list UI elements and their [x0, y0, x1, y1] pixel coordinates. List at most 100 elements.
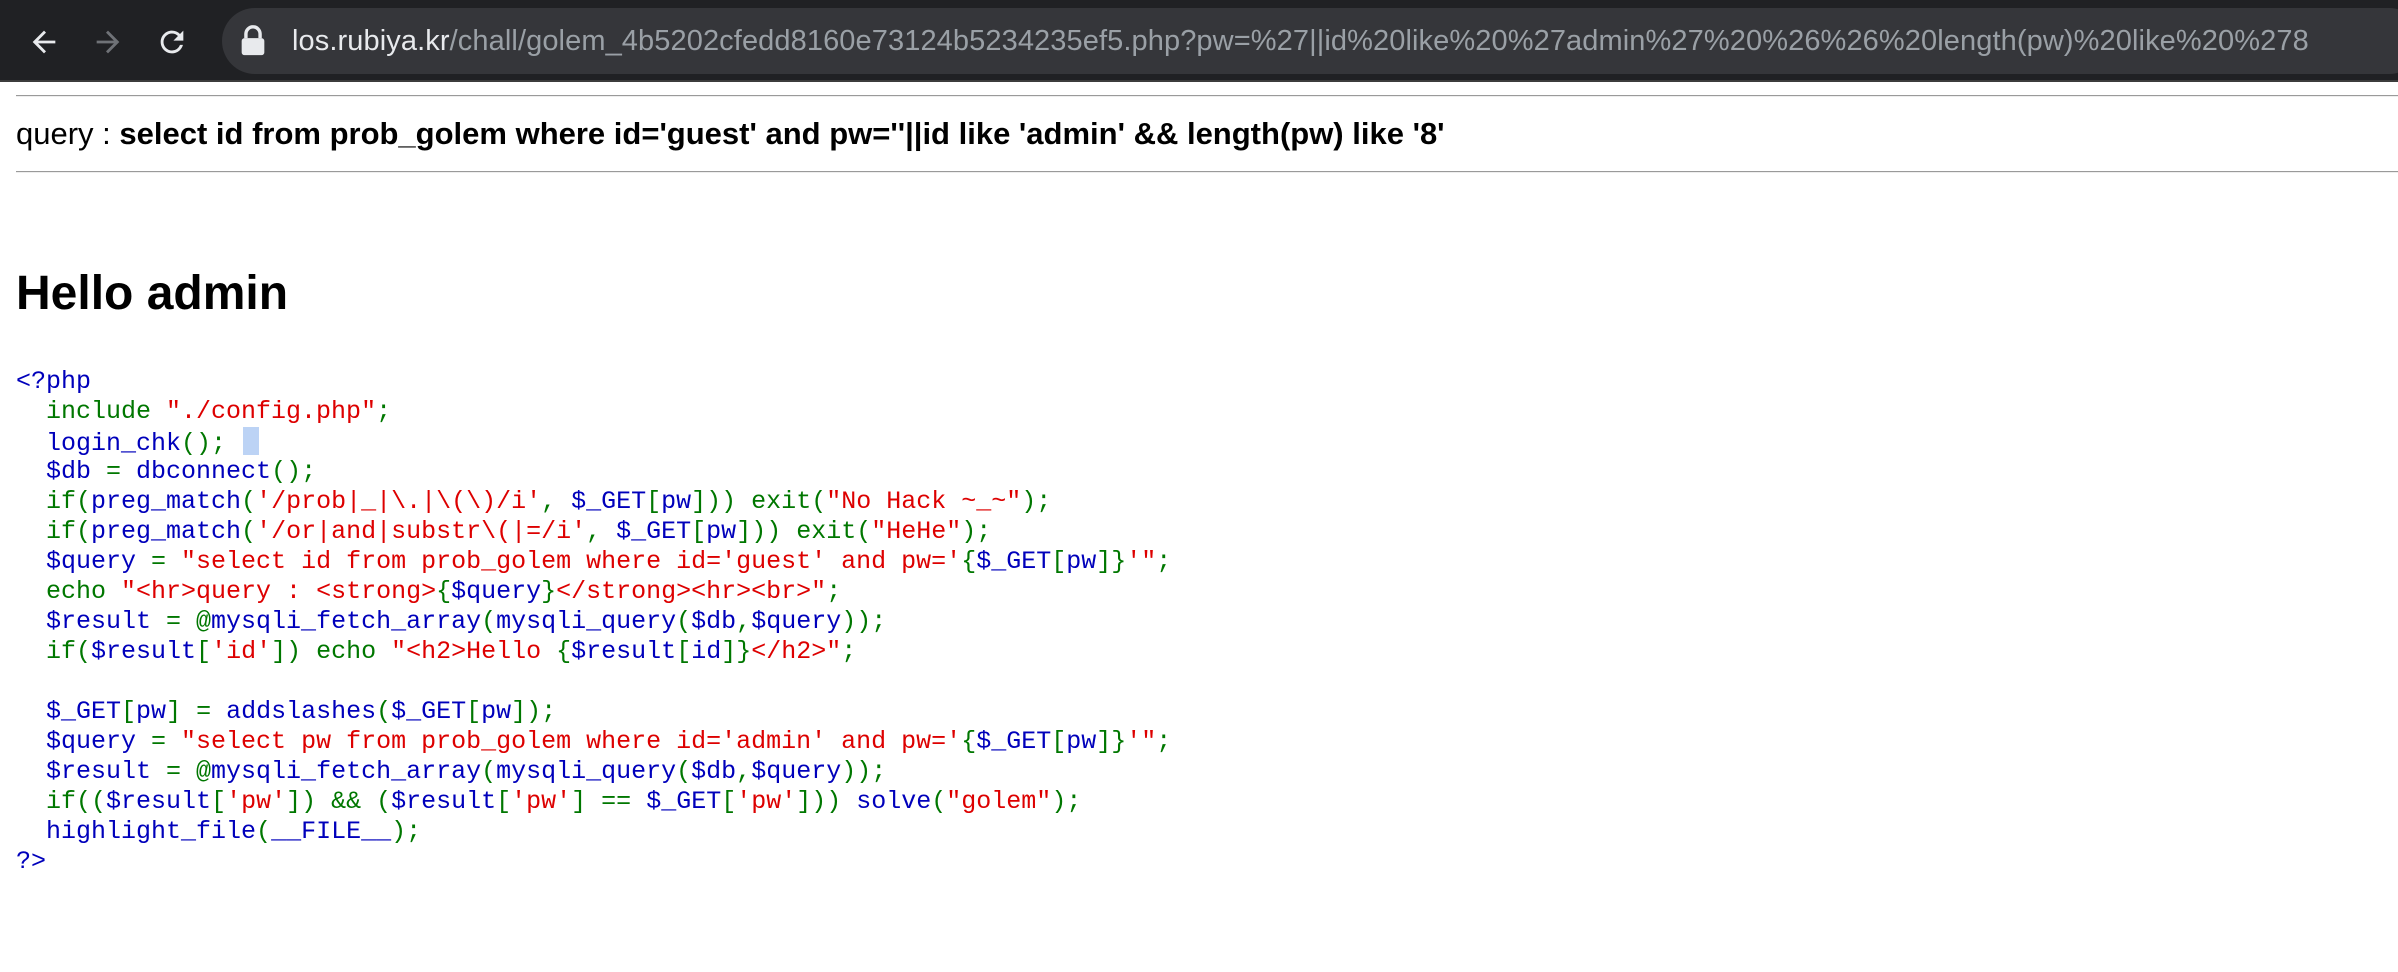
code-token: include — [16, 397, 167, 426]
code-token: pw — [1066, 727, 1097, 756]
code-token: preg_match — [91, 487, 242, 516]
code-line: if($result['id']) echo "<h2>Hello {$resu… — [16, 637, 1171, 667]
code-token: $query — [751, 607, 842, 636]
code-token: </h2>" — [751, 637, 842, 666]
code-line: if(preg_match('/or|and|substr\(|=/i', $_… — [16, 517, 1171, 547]
code-line: echo "<hr>query : <strong>{$query}</stro… — [16, 577, 1171, 607]
code-token: [ — [466, 697, 482, 726]
code-line: if(($result['pw']) && ($result['pw'] == … — [16, 787, 1171, 817]
code-line: if(preg_match('/prob|_|\.|\(\)/i', $_GET… — [16, 487, 1171, 517]
url-text[interactable]: los.rubiya.kr/chall/golem_4b5202cfedd816… — [292, 25, 2309, 58]
code-token: "./config.php" — [166, 397, 377, 426]
code-line: ?> — [16, 847, 1171, 877]
code-token: echo — [16, 577, 122, 606]
query-output: query : select id from prob_golem where … — [16, 114, 1445, 154]
code-token: ]} — [1096, 727, 1127, 756]
code-token: ])) exit( — [691, 487, 827, 516]
code-token: [ — [121, 697, 137, 726]
code-token: , — [541, 487, 572, 516]
code-token: = @ — [166, 607, 212, 636]
code-token: $query — [751, 757, 842, 786]
code-token: 'id' — [211, 637, 272, 666]
code-token: $_GET — [616, 517, 692, 546]
forward-button[interactable] — [80, 14, 136, 70]
url-host: los.rubiya.kr — [292, 24, 450, 57]
code-token: ])) exit( — [736, 517, 872, 546]
browser-toolbar: los.rubiya.kr/chall/golem_4b5202cfedd816… — [0, 0, 2398, 82]
code-token: mysqli_fetch_array — [211, 607, 482, 636]
divider-bottom — [16, 171, 2398, 173]
code-token: pw — [661, 487, 692, 516]
code-token: if( — [16, 637, 92, 666]
code-line: login_chk(); — [16, 427, 1171, 458]
code-token: $db — [691, 757, 737, 786]
code-token: $result — [106, 787, 212, 816]
lock-icon — [241, 25, 265, 56]
code-token: $query — [16, 547, 152, 576]
code-token: ( — [256, 817, 272, 846]
code-token: if( — [16, 517, 92, 546]
code-token: mysqli_query — [496, 757, 677, 786]
code-token: "<h2>Hello — [391, 637, 557, 666]
code-token: , — [736, 607, 752, 636]
code-line: $result = @mysqli_fetch_array(mysqli_que… — [16, 757, 1171, 787]
code-token: if( — [16, 487, 92, 516]
code-token: = — [151, 727, 182, 756]
code-token: [ — [496, 787, 512, 816]
code-token: $result — [91, 637, 197, 666]
code-token: [ — [676, 637, 692, 666]
code-token: ; — [1156, 727, 1172, 756]
code-token: (); — [181, 429, 227, 458]
code-token: pw — [706, 517, 737, 546]
back-button[interactable] — [16, 14, 72, 70]
code-token: ]) && ( — [286, 787, 392, 816]
code-token: , — [736, 757, 752, 786]
code-token: { — [961, 547, 977, 576]
code-token: highlight_file — [16, 817, 257, 846]
code-token: ( — [481, 757, 497, 786]
code-token: } — [541, 577, 557, 606]
code-token: pw — [1066, 547, 1097, 576]
code-token: '" — [1126, 547, 1157, 576]
code-token: ; — [376, 397, 392, 426]
code-token: ( — [241, 517, 257, 546]
code-token: </strong><hr><br>" — [556, 577, 827, 606]
reload-button[interactable] — [144, 14, 200, 70]
code-line: $result = @mysqli_fetch_array(mysqli_que… — [16, 607, 1171, 637]
code-token: "select id from prob_golem where id='gue… — [181, 547, 962, 576]
code-line: $query = "select pw from prob_golem wher… — [16, 727, 1171, 757]
code-token: preg_match — [91, 517, 242, 546]
code-token: ]} — [1096, 547, 1127, 576]
code-token: ]); — [511, 697, 557, 726]
code-token: "select pw from prob_golem where id='adm… — [181, 727, 962, 756]
code-token: , — [586, 517, 617, 546]
code-token: ; — [1156, 547, 1172, 576]
code-token: if(( — [16, 787, 107, 816]
code-token: '/or|and|substr\(|=/i' — [256, 517, 587, 546]
hello-heading: Hello admin — [16, 267, 289, 320]
code-token: <?php — [16, 367, 92, 396]
code-token: __FILE__ — [271, 817, 392, 846]
code-token: (); — [271, 457, 317, 486]
code-token: ); — [961, 517, 992, 546]
code-line: $query = "select id from prob_golem wher… — [16, 547, 1171, 577]
code-token: $result — [571, 637, 677, 666]
code-token: "<hr>query : <strong> — [121, 577, 437, 606]
code-token: $_GET — [16, 697, 122, 726]
code-token: mysqli_query — [496, 607, 677, 636]
code-token: 'pw' — [511, 787, 572, 816]
address-bar[interactable]: los.rubiya.kr/chall/golem_4b5202cfedd816… — [222, 8, 2398, 74]
code-line: $db = dbconnect(); — [16, 457, 1171, 487]
code-token: ); — [1021, 487, 1052, 516]
code-token: solve — [856, 787, 932, 816]
url-path: /chall/golem_4b5202cfedd8160e73124b52342… — [449, 24, 2309, 57]
code-token: id — [691, 637, 722, 666]
reload-icon — [160, 30, 184, 54]
back-icon — [32, 30, 56, 54]
code-token: ( — [481, 607, 497, 636]
code-token: { — [961, 727, 977, 756]
code-token: "HeHe" — [871, 517, 962, 546]
code-token: ( — [241, 487, 257, 516]
code-token: ] == — [571, 787, 647, 816]
